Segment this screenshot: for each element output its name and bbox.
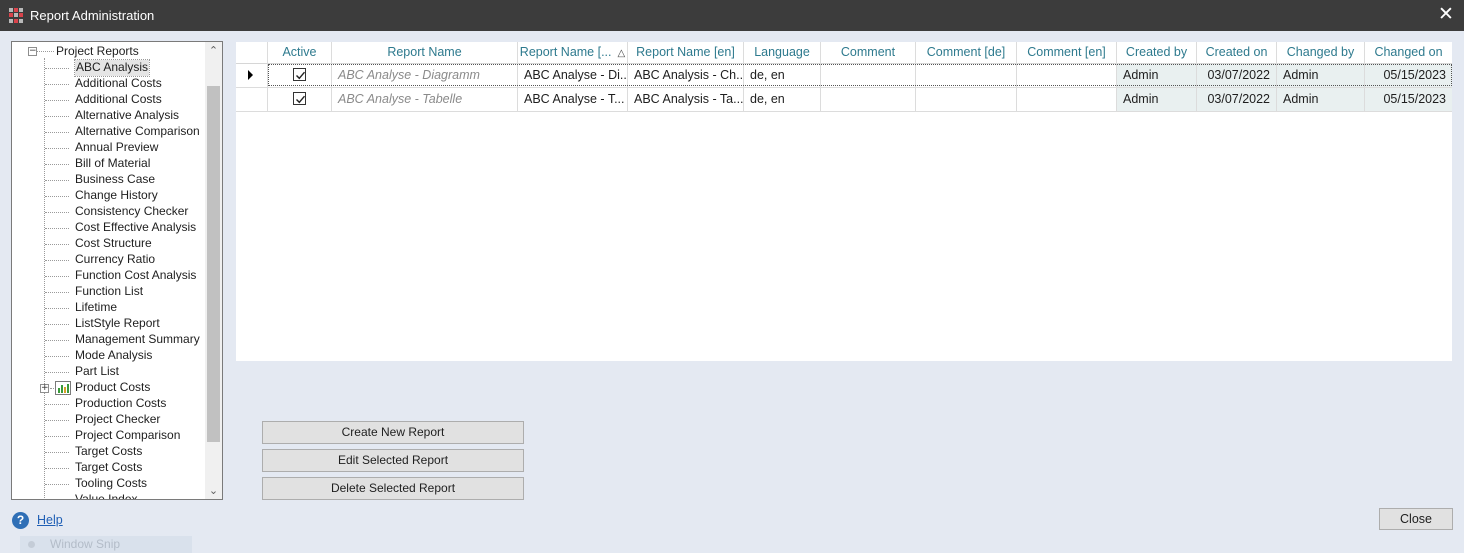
tree-item[interactable]: Consistency Checker bbox=[75, 204, 188, 220]
language-cell[interactable]: de, en bbox=[744, 64, 821, 88]
comment-cell[interactable] bbox=[821, 88, 916, 112]
created-on-cell[interactable]: 03/07/2022 bbox=[1197, 88, 1277, 112]
col-created-on[interactable]: Created on bbox=[1197, 42, 1277, 64]
col-report-name-de-label: Report Name [... bbox=[519, 45, 612, 59]
changed-on-cell[interactable]: 05/15/2023 bbox=[1365, 64, 1452, 88]
tree-item[interactable]: Tooling Costs bbox=[75, 476, 147, 492]
report-name-en-cell[interactable]: ABC Analysis - Ta... bbox=[628, 88, 744, 112]
tree-item[interactable]: Change History bbox=[75, 188, 158, 204]
tree-item[interactable]: Target Costs bbox=[75, 460, 142, 476]
tree-item[interactable]: Management Summary bbox=[75, 332, 200, 348]
tree-item[interactable]: Additional Costs bbox=[75, 92, 162, 108]
col-created-by[interactable]: Created by bbox=[1117, 42, 1197, 64]
col-changed-on[interactable]: Changed on bbox=[1365, 42, 1452, 64]
scroll-thumb[interactable] bbox=[207, 86, 220, 442]
tree-item[interactable]: Production Costs bbox=[75, 396, 166, 412]
tree-item[interactable]: Project Comparison bbox=[75, 428, 180, 444]
tree-item[interactable]: Part List bbox=[75, 364, 119, 380]
tree-item[interactable]: Function Cost Analysis bbox=[75, 268, 196, 284]
tree-item[interactable]: Currency Ratio bbox=[75, 252, 155, 268]
scroll-down-icon[interactable]: ⌄ bbox=[205, 482, 222, 499]
col-active[interactable]: Active bbox=[268, 42, 332, 64]
col-comment-en[interactable]: Comment [en] bbox=[1017, 42, 1117, 64]
close-window-icon[interactable]: ✕ bbox=[1438, 5, 1454, 25]
table-row[interactable]: ABC Analyse - Diagramm ABC Analyse - Di.… bbox=[236, 64, 1452, 88]
row-selector[interactable] bbox=[236, 64, 268, 88]
tree-root-project-reports[interactable]: Project Reports bbox=[56, 44, 139, 60]
row-header-corner bbox=[236, 42, 268, 64]
created-by-cell[interactable]: Admin bbox=[1117, 64, 1197, 88]
created-on-cell[interactable]: 03/07/2022 bbox=[1197, 64, 1277, 88]
sort-ascending-icon: △ bbox=[617, 48, 626, 59]
close-button[interactable]: Close bbox=[1379, 508, 1453, 530]
tree-scrollbar[interactable]: ⌃ ⌄ bbox=[205, 42, 222, 499]
tree-item[interactable]: Alternative Comparison bbox=[75, 124, 200, 140]
tree-item[interactable]: Lifetime bbox=[75, 300, 117, 316]
col-changed-by[interactable]: Changed by bbox=[1277, 42, 1365, 64]
chart-icon bbox=[55, 381, 71, 395]
tree-item[interactable]: ListStyle Report bbox=[75, 316, 160, 332]
help-link[interactable]: Help bbox=[37, 513, 63, 527]
tree-item[interactable]: Cost Structure bbox=[75, 236, 152, 252]
app-icon bbox=[9, 8, 24, 23]
col-report-name-de[interactable]: Report Name [... △ bbox=[518, 42, 628, 64]
comment-de-cell[interactable] bbox=[916, 64, 1017, 88]
tree-item[interactable]: Additional Costs bbox=[75, 76, 162, 92]
expand-icon[interactable]: + bbox=[40, 384, 49, 393]
snip-icon bbox=[28, 541, 35, 548]
comment-cell[interactable] bbox=[821, 64, 916, 88]
tree-item[interactable]: ABC Analysis bbox=[73, 59, 151, 77]
language-cell[interactable]: de, en bbox=[744, 88, 821, 112]
col-comment-de[interactable]: Comment [de] bbox=[916, 42, 1017, 64]
col-comment[interactable]: Comment bbox=[821, 42, 916, 64]
comment-de-cell[interactable] bbox=[916, 88, 1017, 112]
report-name-cell[interactable]: ABC Analyse - Diagramm bbox=[332, 64, 518, 88]
comment-en-cell[interactable] bbox=[1017, 88, 1117, 112]
delete-selected-report-button[interactable]: Delete Selected Report bbox=[262, 477, 524, 500]
active-cell[interactable] bbox=[268, 64, 332, 88]
col-report-name-en[interactable]: Report Name [en] bbox=[628, 42, 744, 64]
reports-grid[interactable]: Active Report Name Report Name [... △ Rep… bbox=[236, 42, 1452, 361]
create-new-report-button[interactable]: Create New Report bbox=[262, 421, 524, 444]
changed-by-cell[interactable]: Admin bbox=[1277, 88, 1365, 112]
tree-item[interactable]: Business Case bbox=[75, 172, 155, 188]
tree-item[interactable]: Product Costs bbox=[75, 380, 150, 396]
help-icon[interactable]: ? bbox=[12, 512, 29, 529]
tree-item[interactable]: Project Checker bbox=[75, 412, 160, 428]
title-bar: Report Administration ✕ bbox=[0, 0, 1464, 31]
tree-item[interactable]: Mode Analysis bbox=[75, 348, 152, 364]
tree-item[interactable]: Value Index bbox=[75, 492, 138, 499]
tree-item[interactable]: Function List bbox=[75, 284, 143, 300]
report-tree[interactable]: − Project Reports ABC Analysis Additional… bbox=[11, 41, 223, 500]
active-checkbox[interactable] bbox=[293, 68, 306, 81]
edit-selected-report-button[interactable]: Edit Selected Report bbox=[262, 449, 524, 472]
current-row-icon bbox=[248, 70, 253, 80]
tree-item[interactable]: Bill of Material bbox=[75, 156, 150, 172]
report-name-en-cell[interactable]: ABC Analysis - Ch... bbox=[628, 64, 744, 88]
row-selector[interactable] bbox=[236, 88, 268, 112]
window-title: Report Administration bbox=[30, 8, 155, 23]
table-row[interactable]: ABC Analyse - Tabelle ABC Analyse - T...… bbox=[236, 88, 1452, 112]
changed-by-cell[interactable]: Admin bbox=[1277, 64, 1365, 88]
active-checkbox[interactable] bbox=[293, 92, 306, 105]
tree-item[interactable]: Cost Effective Analysis bbox=[75, 220, 196, 236]
window-snip-tooltip: Window Snip bbox=[20, 536, 192, 553]
comment-en-cell[interactable] bbox=[1017, 64, 1117, 88]
window-snip-label: Window Snip bbox=[50, 537, 121, 551]
collapse-icon[interactable]: − bbox=[28, 47, 37, 56]
changed-on-cell[interactable]: 05/15/2023 bbox=[1365, 88, 1452, 112]
scroll-up-icon[interactable]: ⌃ bbox=[205, 42, 222, 59]
col-report-name[interactable]: Report Name bbox=[332, 42, 518, 64]
tree-item[interactable]: Annual Preview bbox=[75, 140, 158, 156]
report-name-de-cell[interactable]: ABC Analyse - T... bbox=[518, 88, 628, 112]
report-name-de-cell[interactable]: ABC Analyse - Di... bbox=[518, 64, 628, 88]
tree-item[interactable]: Alternative Analysis bbox=[75, 108, 179, 124]
report-name-cell[interactable]: ABC Analyse - Tabelle bbox=[332, 88, 518, 112]
tree-item[interactable]: Target Costs bbox=[75, 444, 142, 460]
active-cell[interactable] bbox=[268, 88, 332, 112]
col-language[interactable]: Language bbox=[744, 42, 821, 64]
created-by-cell[interactable]: Admin bbox=[1117, 88, 1197, 112]
